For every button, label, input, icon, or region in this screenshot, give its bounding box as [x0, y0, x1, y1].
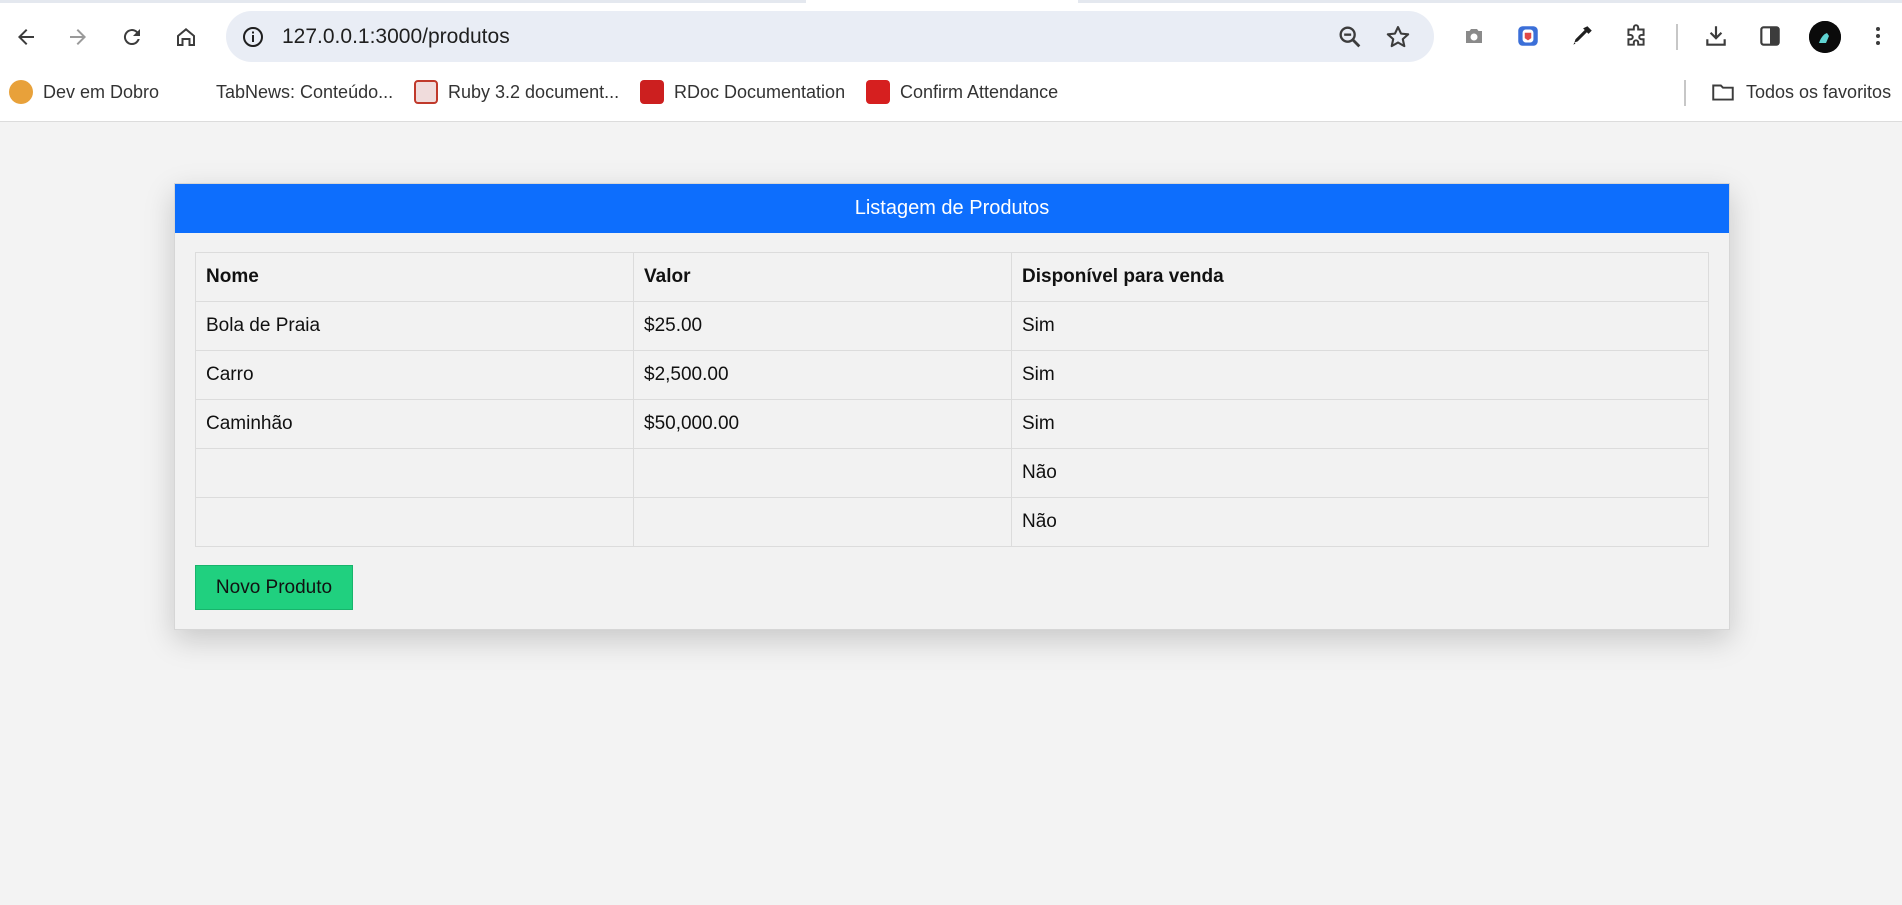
eyedropper-icon[interactable]	[1566, 20, 1598, 52]
bookmark-star-icon[interactable]	[1384, 23, 1412, 51]
table-row: Não	[195, 448, 1709, 498]
confirm-attendance-icon	[866, 80, 890, 104]
cell-nome: Caminhão	[195, 399, 634, 449]
address-bar[interactable]: 127.0.0.1:3000/produtos	[226, 11, 1434, 62]
download-icon[interactable]	[1700, 20, 1732, 52]
products-table: Nome Valor Disponível para venda Bola de…	[195, 252, 1709, 547]
bookmark-dev-em-dobro[interactable]: Dev em Dobro	[9, 78, 159, 106]
cell-disponivel: Sim	[1011, 350, 1709, 400]
bookmark-tabnews[interactable]: TabNews: Conteúdo...	[182, 78, 393, 106]
card-header: Listagem de Produtos	[175, 184, 1729, 233]
home-button[interactable]	[166, 17, 206, 57]
column-header-disponivel: Disponível para venda	[1011, 252, 1709, 302]
back-button[interactable]	[6, 17, 46, 57]
page-title: Listagem de Produtos	[854, 197, 1050, 219]
cell-nome	[195, 448, 634, 498]
ruby-doc-icon	[414, 80, 438, 104]
forward-button[interactable]	[58, 17, 98, 57]
column-header-nome: Nome	[195, 252, 634, 302]
bookmarks-divider	[1684, 80, 1686, 106]
folder-icon	[1712, 84, 1734, 101]
bookmark-confirm-attendance[interactable]: Confirm Attendance	[866, 78, 1058, 106]
forward-arrow-icon	[70, 29, 86, 45]
table-row: Não	[195, 497, 1709, 547]
reload-icon	[123, 29, 140, 46]
back-arrow-icon	[18, 29, 34, 45]
camera-icon[interactable]	[1458, 20, 1490, 52]
cell-nome: Bola de Praia	[195, 301, 634, 351]
cell-valor	[633, 448, 1012, 498]
rdoc-icon	[640, 80, 664, 104]
profile-avatar[interactable]	[1809, 21, 1841, 53]
cell-disponivel: Não	[1011, 448, 1709, 498]
cell-disponivel: Sim	[1011, 399, 1709, 449]
tabnews-icon	[182, 80, 206, 104]
menu-kebab-icon[interactable]	[1862, 20, 1894, 52]
dev-em-dobro-icon	[9, 80, 33, 104]
table-header-row: Nome Valor Disponível para venda	[195, 252, 1709, 302]
cell-disponivel: Não	[1011, 497, 1709, 547]
toolbar-divider	[1676, 24, 1678, 50]
table-row: Bola de Praia $25.00 Sim	[195, 301, 1709, 351]
cell-nome: Carro	[195, 350, 634, 400]
active-tab-edge[interactable]	[806, 0, 1078, 3]
zoom-icon[interactable]	[1336, 23, 1364, 51]
table-row: Carro $2,500.00 Sim	[195, 350, 1709, 400]
cell-nome	[195, 497, 634, 547]
products-card: Listagem de Produtos Nome Valor Disponív…	[174, 183, 1730, 630]
home-icon	[177, 28, 195, 46]
new-product-button[interactable]: Novo Produto	[195, 565, 353, 610]
cell-valor: $50,000.00	[633, 399, 1012, 449]
reload-button[interactable]	[112, 17, 152, 57]
bookmark-ruby-doc[interactable]: Ruby 3.2 document...	[414, 78, 619, 106]
browser-toolbar: 127.0.0.1:3000/produtos Dev em Dobro Tab…	[0, 0, 1902, 122]
table-row: Caminhão $50,000.00 Sim	[195, 399, 1709, 449]
bookmarks-bar: Dev em Dobro TabNews: Conteúdo... Ruby 3…	[0, 74, 1902, 110]
side-panel-icon[interactable]	[1754, 20, 1786, 52]
extension-shield-icon[interactable]	[1512, 20, 1544, 52]
puzzle-icon[interactable]	[1620, 20, 1652, 52]
cell-valor: $2,500.00	[633, 350, 1012, 400]
url-text[interactable]: 127.0.0.1:3000/produtos	[282, 25, 510, 49]
site-info-icon[interactable]	[238, 22, 268, 52]
cell-valor	[633, 497, 1012, 547]
all-bookmarks-folder[interactable]: Todos os favoritos	[1710, 78, 1891, 106]
cell-disponivel: Sim	[1011, 301, 1709, 351]
column-header-valor: Valor	[633, 252, 1012, 302]
cell-valor: $25.00	[633, 301, 1012, 351]
bookmark-rdoc[interactable]: RDoc Documentation	[640, 78, 845, 106]
